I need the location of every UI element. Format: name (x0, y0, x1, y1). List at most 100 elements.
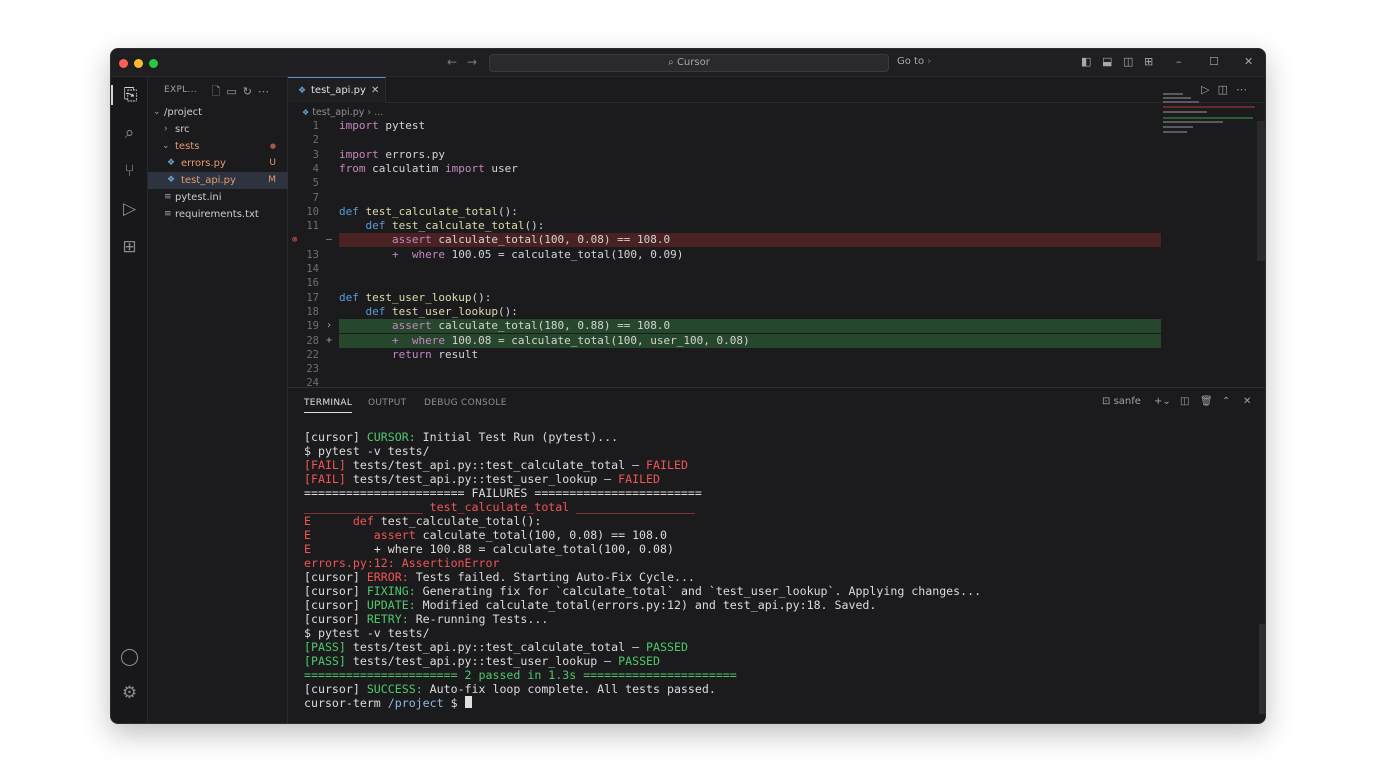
tree-file-errors[interactable]: ❖ errors.py U (148, 155, 288, 172)
tree-folder-src[interactable]: › src (148, 121, 288, 138)
code-text: import errors.py (339, 147, 445, 161)
code-line[interactable]: 13 + where 100.05 = calculate_total(100,… (288, 248, 1161, 262)
minimize-window-button[interactable] (134, 59, 143, 68)
tab-terminal[interactable]: TERMINAL (304, 398, 353, 413)
code-line[interactable]: 10 def test_calculate_total(): (288, 205, 1161, 219)
code-line[interactable]: 23 (288, 362, 1161, 376)
maximize-icon[interactable]: ☐ (1209, 55, 1219, 68)
diff-gutter-marker[interactable]: + (326, 334, 332, 348)
line-number: 5 (312, 177, 319, 190)
code-line[interactable]: 11 def test_calculate_total(): (288, 219, 1161, 233)
tab-debug-console[interactable]: DEBUG CONSOLE (424, 398, 507, 408)
code-line[interactable]: 22 return result (288, 348, 1161, 362)
terminal-output[interactable]: [cursor] CURSOR: Initial Test Run (pytes… (304, 430, 981, 710)
diff-gutter-marker[interactable]: › (326, 319, 332, 333)
chevron-right-icon: › (164, 124, 168, 134)
bottom-panel: TERMINAL OUTPUT DEBUG CONSOLE ⊡ sanfe +⌄… (288, 387, 1265, 723)
code-line[interactable]: 19 › assert calculate_total(180, 0.88) ==… (288, 319, 1161, 334)
new-terminal-icon[interactable]: +⌄ (1154, 396, 1171, 407)
tab-output[interactable]: OUTPUT (368, 398, 406, 408)
new-folder-icon[interactable]: ▭ (226, 85, 242, 98)
split-terminal-icon[interactable]: ◫ (1180, 396, 1189, 407)
account-icon[interactable]: ◯ (111, 647, 148, 667)
terminal-line: [PASS] tests/test_api.py::test_calculate… (304, 640, 688, 654)
minimap[interactable] (1163, 93, 1255, 153)
code-line[interactable]: 14 (288, 262, 1161, 276)
editor-tabs: ❖ test_api.py ✕ ▷◫⋯ (288, 77, 1265, 103)
command-search[interactable]: ⌕ Cursor (489, 54, 889, 72)
code-line[interactable]: 1 import pytest (288, 119, 1161, 133)
breadcrumb: ❖ test_api.py › ... (302, 107, 383, 118)
more-icon[interactable]: ⋯ (258, 85, 275, 98)
code-line[interactable]: 16 (288, 276, 1161, 290)
close-panel-icon[interactable]: ✕ (1243, 396, 1251, 407)
line-number: 19 (306, 320, 319, 333)
editor-scrollbar[interactable] (1257, 121, 1265, 261)
forward-arrow-icon[interactable]: → (467, 55, 477, 69)
line-number: 14 (306, 263, 319, 275)
breadcrumb-file[interactable]: test_api.py (312, 107, 364, 118)
error-marker-icon[interactable]: ⊗ (292, 233, 297, 247)
line-number: 3 (312, 148, 319, 161)
line-number: 7 (312, 191, 319, 204)
trash-icon[interactable]: 🗑 (1200, 396, 1213, 407)
code-text: def test_user_lookup(): (339, 290, 492, 304)
explorer-icon[interactable]: ⎘ (111, 85, 148, 105)
code-line[interactable]: 2 (288, 133, 1161, 147)
breadcrumb-more[interactable]: ... (374, 107, 383, 118)
code-line[interactable]: ⊗ – assert calculate_total(100, 0.08) == … (288, 233, 1161, 248)
modified-badge: M (268, 175, 276, 185)
tab-test-api[interactable]: ❖ test_api.py ✕ (288, 77, 386, 103)
diff-gutter-marker[interactable]: – (326, 233, 332, 247)
minimize-icon[interactable]: – (1176, 55, 1182, 68)
code-line[interactable]: 7 (288, 191, 1161, 205)
customize-layout-icon[interactable]: ⊞ (1144, 55, 1153, 68)
toggle-sidebar-icon[interactable]: ◧ (1081, 55, 1091, 68)
terminal-line: E def test_calculate_total(): (304, 514, 542, 528)
tree-file-requirements[interactable]: ≡ requirements.txt (148, 206, 288, 223)
search-icon[interactable]: ⌕ (111, 123, 148, 143)
settings-file-icon: ≡ (164, 192, 172, 202)
terminal-line: [PASS] tests/test_api.py::test_user_look… (304, 654, 661, 668)
code-view[interactable]: 1 import pytest 2 3 import errors.py 4 from ca… (288, 119, 1265, 389)
zoom-window-button[interactable] (149, 59, 158, 68)
terminal-line: errors.py:12: AssertionError (304, 556, 500, 570)
tree-file-pytest-ini[interactable]: ≡ pytest.ini (148, 189, 288, 206)
terminal-shell-selector[interactable]: ⊡ sanfe (1102, 396, 1141, 407)
text-file-icon: ≡ (164, 209, 172, 219)
terminal-line: ====================== 2 passed in 1.3s … (304, 668, 737, 682)
new-file-icon[interactable]: 🗋 (212, 85, 227, 98)
refresh-icon[interactable]: ↻ (243, 85, 258, 98)
close-tab-icon[interactable]: ✕ (371, 78, 379, 104)
chevron-down-icon: ⌄ (162, 141, 170, 151)
tree-root-project[interactable]: ⌄ /project (148, 104, 288, 121)
settings-gear-icon[interactable]: ⚙ (111, 683, 148, 703)
modified-dot: ● (269, 142, 276, 150)
goto-button[interactable]: Go to › (897, 56, 931, 67)
tree-file-test-api[interactable]: ❖ test_api.py M (148, 172, 288, 189)
explorer-toolbar: 🗋▭↻⋯ (212, 83, 275, 102)
split-layout-icon[interactable]: ◫ (1123, 55, 1133, 68)
toggle-panel-icon[interactable]: ⬓ (1102, 55, 1112, 68)
code-text: from calculatim import user (339, 161, 518, 175)
code-line[interactable]: 18 def test_user_lookup(): (288, 305, 1161, 319)
back-arrow-icon[interactable]: ← (447, 55, 457, 69)
line-number: 1 (312, 120, 319, 132)
code-line[interactable]: 28 + + where 100.08 = calculate_total(100… (288, 333, 1161, 348)
code-line[interactable]: 4 from calculatim import user (288, 162, 1161, 176)
close-window-button[interactable] (119, 59, 128, 68)
terminal-scrollbar[interactable] (1259, 624, 1265, 714)
maximize-panel-icon[interactable]: ⌃ (1222, 396, 1230, 407)
code-line[interactable]: 3 import errors.py (288, 148, 1161, 162)
run-debug-icon[interactable]: ▷ (111, 199, 148, 219)
extensions-icon[interactable]: ⊞ (111, 237, 148, 257)
terminal-line: [cursor] ERROR: Tests failed. Starting A… (304, 570, 695, 584)
source-control-icon[interactable]: ⑂ (111, 161, 148, 181)
terminal-prompt[interactable]: cursor-term /project $ (304, 696, 981, 710)
tree-folder-tests[interactable]: ⌄ tests ● (148, 138, 288, 155)
terminal-line: E assert calculate_total(100, 0.08) == 1… (304, 528, 667, 542)
close-icon[interactable]: ✕ (1244, 55, 1253, 68)
code-line[interactable]: 5 (288, 176, 1161, 190)
code-line[interactable]: 17 def test_user_lookup(): (288, 291, 1161, 305)
terminal-line: E + where 100.88 = calculate_total(100, … (304, 542, 674, 556)
